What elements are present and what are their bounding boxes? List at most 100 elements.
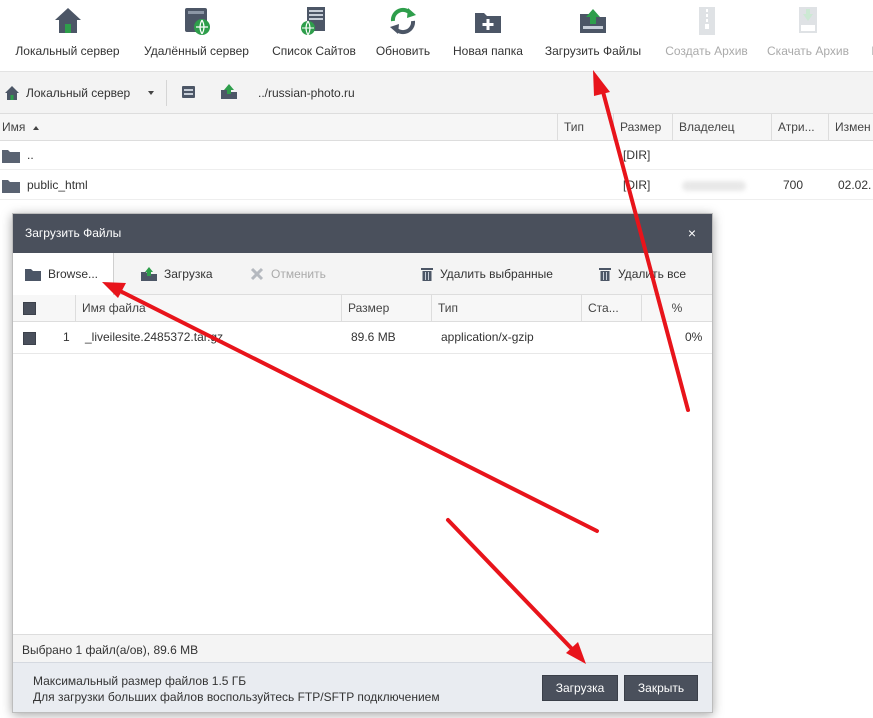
selection-status-text: Выбрано 1 файл(а/ов), 89.6 MB (22, 643, 199, 657)
toolbar-label: Обновить (375, 44, 431, 58)
file-owner-redacted (682, 171, 746, 200)
close-icon[interactable]: × (688, 225, 696, 241)
download-archive-icon (799, 7, 817, 33)
column-header-type[interactable]: Тип (557, 114, 613, 141)
column-header-attributes[interactable]: Атри... (771, 114, 828, 141)
column-header-owner[interactable]: Владелец (672, 114, 771, 141)
toolbar-more-button[interactable]: П (866, 0, 873, 72)
file-size: [DIR] (623, 178, 651, 192)
upload-file-percent: 0% (685, 330, 703, 344)
browse-button-label: Browse... (48, 267, 99, 281)
column-header-modified[interactable]: Измен (828, 114, 873, 141)
folder-icon (2, 180, 20, 193)
delete-selected-button[interactable]: Удалить выбранные (421, 253, 553, 295)
toolbar-label: Локальный сервер (15, 44, 120, 58)
column-header-label: Атри... (778, 120, 815, 134)
cancel-icon (250, 267, 264, 281)
table-row[interactable]: public_html [DIR] 700 02.02. (0, 171, 873, 200)
upload-list-header: Имя файла Размер Тип Ста... % (13, 295, 712, 322)
file-manager-window: Локальный сервер Удалённый сервер Список… (0, 0, 873, 718)
toolbar-site-list-button[interactable]: Список Сайтов (268, 0, 360, 72)
column-header-size[interactable]: Размер (613, 114, 672, 141)
toolbar-remote-server-button[interactable]: Удалённый сервер (139, 0, 254, 72)
upload-file-size: 89.6 MB (351, 330, 396, 344)
toolbar-label: Скачать Архив (767, 44, 849, 58)
upload-tool-button[interactable]: Загрузка (141, 253, 213, 295)
cancel-tool-label: Отменить (271, 267, 326, 281)
column-header-name[interactable]: Имя (0, 114, 557, 141)
folder-icon (2, 150, 20, 163)
toolbar-label: Список Сайтов (272, 44, 356, 58)
dialog-toolbar: Browse... Загрузка Отменить Удалить выбр… (13, 253, 712, 295)
column-header-label: Размер (348, 301, 390, 315)
toolbar-label: Новая папка (453, 44, 523, 58)
folder-open-icon (25, 268, 41, 281)
column-header-filename[interactable]: Имя файла (75, 295, 341, 322)
file-attributes: 700 (783, 178, 804, 192)
file-name: .. (27, 148, 34, 162)
toolbar-local-server-button[interactable]: Локальный сервер (10, 0, 125, 72)
column-header-label: % (671, 301, 683, 315)
upload-button[interactable]: Загрузка (542, 675, 618, 701)
column-header-label: Измен (835, 120, 871, 134)
column-header-status[interactable]: Ста... (581, 295, 641, 322)
dialog-footer: Максимальный размер файлов 1.5 ГБ Для за… (13, 662, 712, 712)
row-number: 1 (63, 330, 70, 344)
delete-all-label: Удалить все (618, 267, 687, 281)
sort-ascending-icon (33, 125, 40, 130)
current-path: ../russian-photo.ru (258, 86, 355, 100)
drive-icon[interactable] (180, 84, 197, 100)
folder-up-icon[interactable] (220, 83, 238, 100)
column-header-select[interactable] (13, 295, 75, 322)
column-header-label: Имя файла (82, 301, 146, 315)
upload-icon (141, 267, 157, 281)
file-name: public_html (27, 178, 88, 192)
max-size-info: Максимальный размер файлов 1.5 ГБ (33, 674, 247, 688)
list-item[interactable]: 1 _liveilesite.2485372.tar.gz 89.6 MB ap… (13, 322, 712, 354)
main-toolbar: Локальный сервер Удалённый сервер Список… (0, 0, 873, 72)
column-header-label: Размер (620, 120, 662, 134)
ftp-hint-info: Для загрузки больших файлов воспользуйте… (33, 690, 440, 704)
browse-button[interactable]: Browse... (13, 253, 114, 295)
column-header-label: Тип (438, 301, 459, 315)
create-archive-icon (698, 7, 715, 35)
new-folder-icon (475, 13, 501, 33)
file-grid-header: Имя Тип Размер Владелец Атри... Измен (0, 114, 873, 141)
column-header-type[interactable]: Тип (431, 295, 581, 322)
server-selector[interactable]: Локальный сервер (4, 85, 130, 101)
refresh-icon (390, 7, 416, 35)
close-button[interactable]: Закрыть (624, 675, 698, 701)
toolbar-download-archive-button[interactable]: Скачать Архив (762, 0, 854, 72)
delete-all-button[interactable]: Удалить все (599, 253, 686, 295)
select-all-checkbox[interactable] (23, 302, 36, 315)
server-selector-label: Локальный сервер (26, 86, 131, 100)
file-modified: 02.02. (838, 178, 872, 192)
chevron-down-icon[interactable] (148, 91, 154, 95)
home-icon (5, 86, 19, 100)
file-size: [DIR] (623, 148, 651, 162)
dialog-titlebar: Загрузить Файлы × (13, 214, 712, 253)
toolbar-create-archive-button[interactable]: Создать Архив (659, 0, 754, 72)
row-checkbox[interactable] (23, 332, 36, 345)
remote-server-icon (184, 8, 210, 35)
trash-icon (421, 268, 433, 281)
column-header-label: Владелец (679, 120, 735, 134)
column-header-size[interactable]: Размер (341, 295, 431, 322)
upload-tool-label: Загрузка (164, 267, 213, 281)
upload-file-name: _liveilesite.2485372.tar.gz (85, 330, 224, 344)
delete-selected-label: Удалить выбранные (440, 267, 553, 281)
toolbar-label: Загрузить Файлы (544, 44, 642, 58)
path-bar: Локальный сервер ../russian-photo.ru (0, 72, 873, 114)
column-header-percent[interactable]: % (641, 295, 712, 322)
column-header-label: Тип (564, 120, 585, 134)
column-header-label: Ста... (588, 301, 619, 315)
toolbar-refresh-button[interactable]: Обновить (371, 0, 435, 72)
home-server-icon (54, 8, 81, 33)
table-row[interactable]: .. [DIR] (0, 141, 873, 170)
pathbar-divider (166, 80, 167, 106)
column-header-label: Имя (2, 120, 26, 134)
toolbar-upload-files-button[interactable]: Загрузить Файлы (540, 0, 646, 72)
cancel-tool-button[interactable]: Отменить (250, 253, 326, 295)
toolbar-label: Создать Архив (665, 44, 748, 58)
toolbar-new-folder-button[interactable]: Новая папка (448, 0, 528, 72)
